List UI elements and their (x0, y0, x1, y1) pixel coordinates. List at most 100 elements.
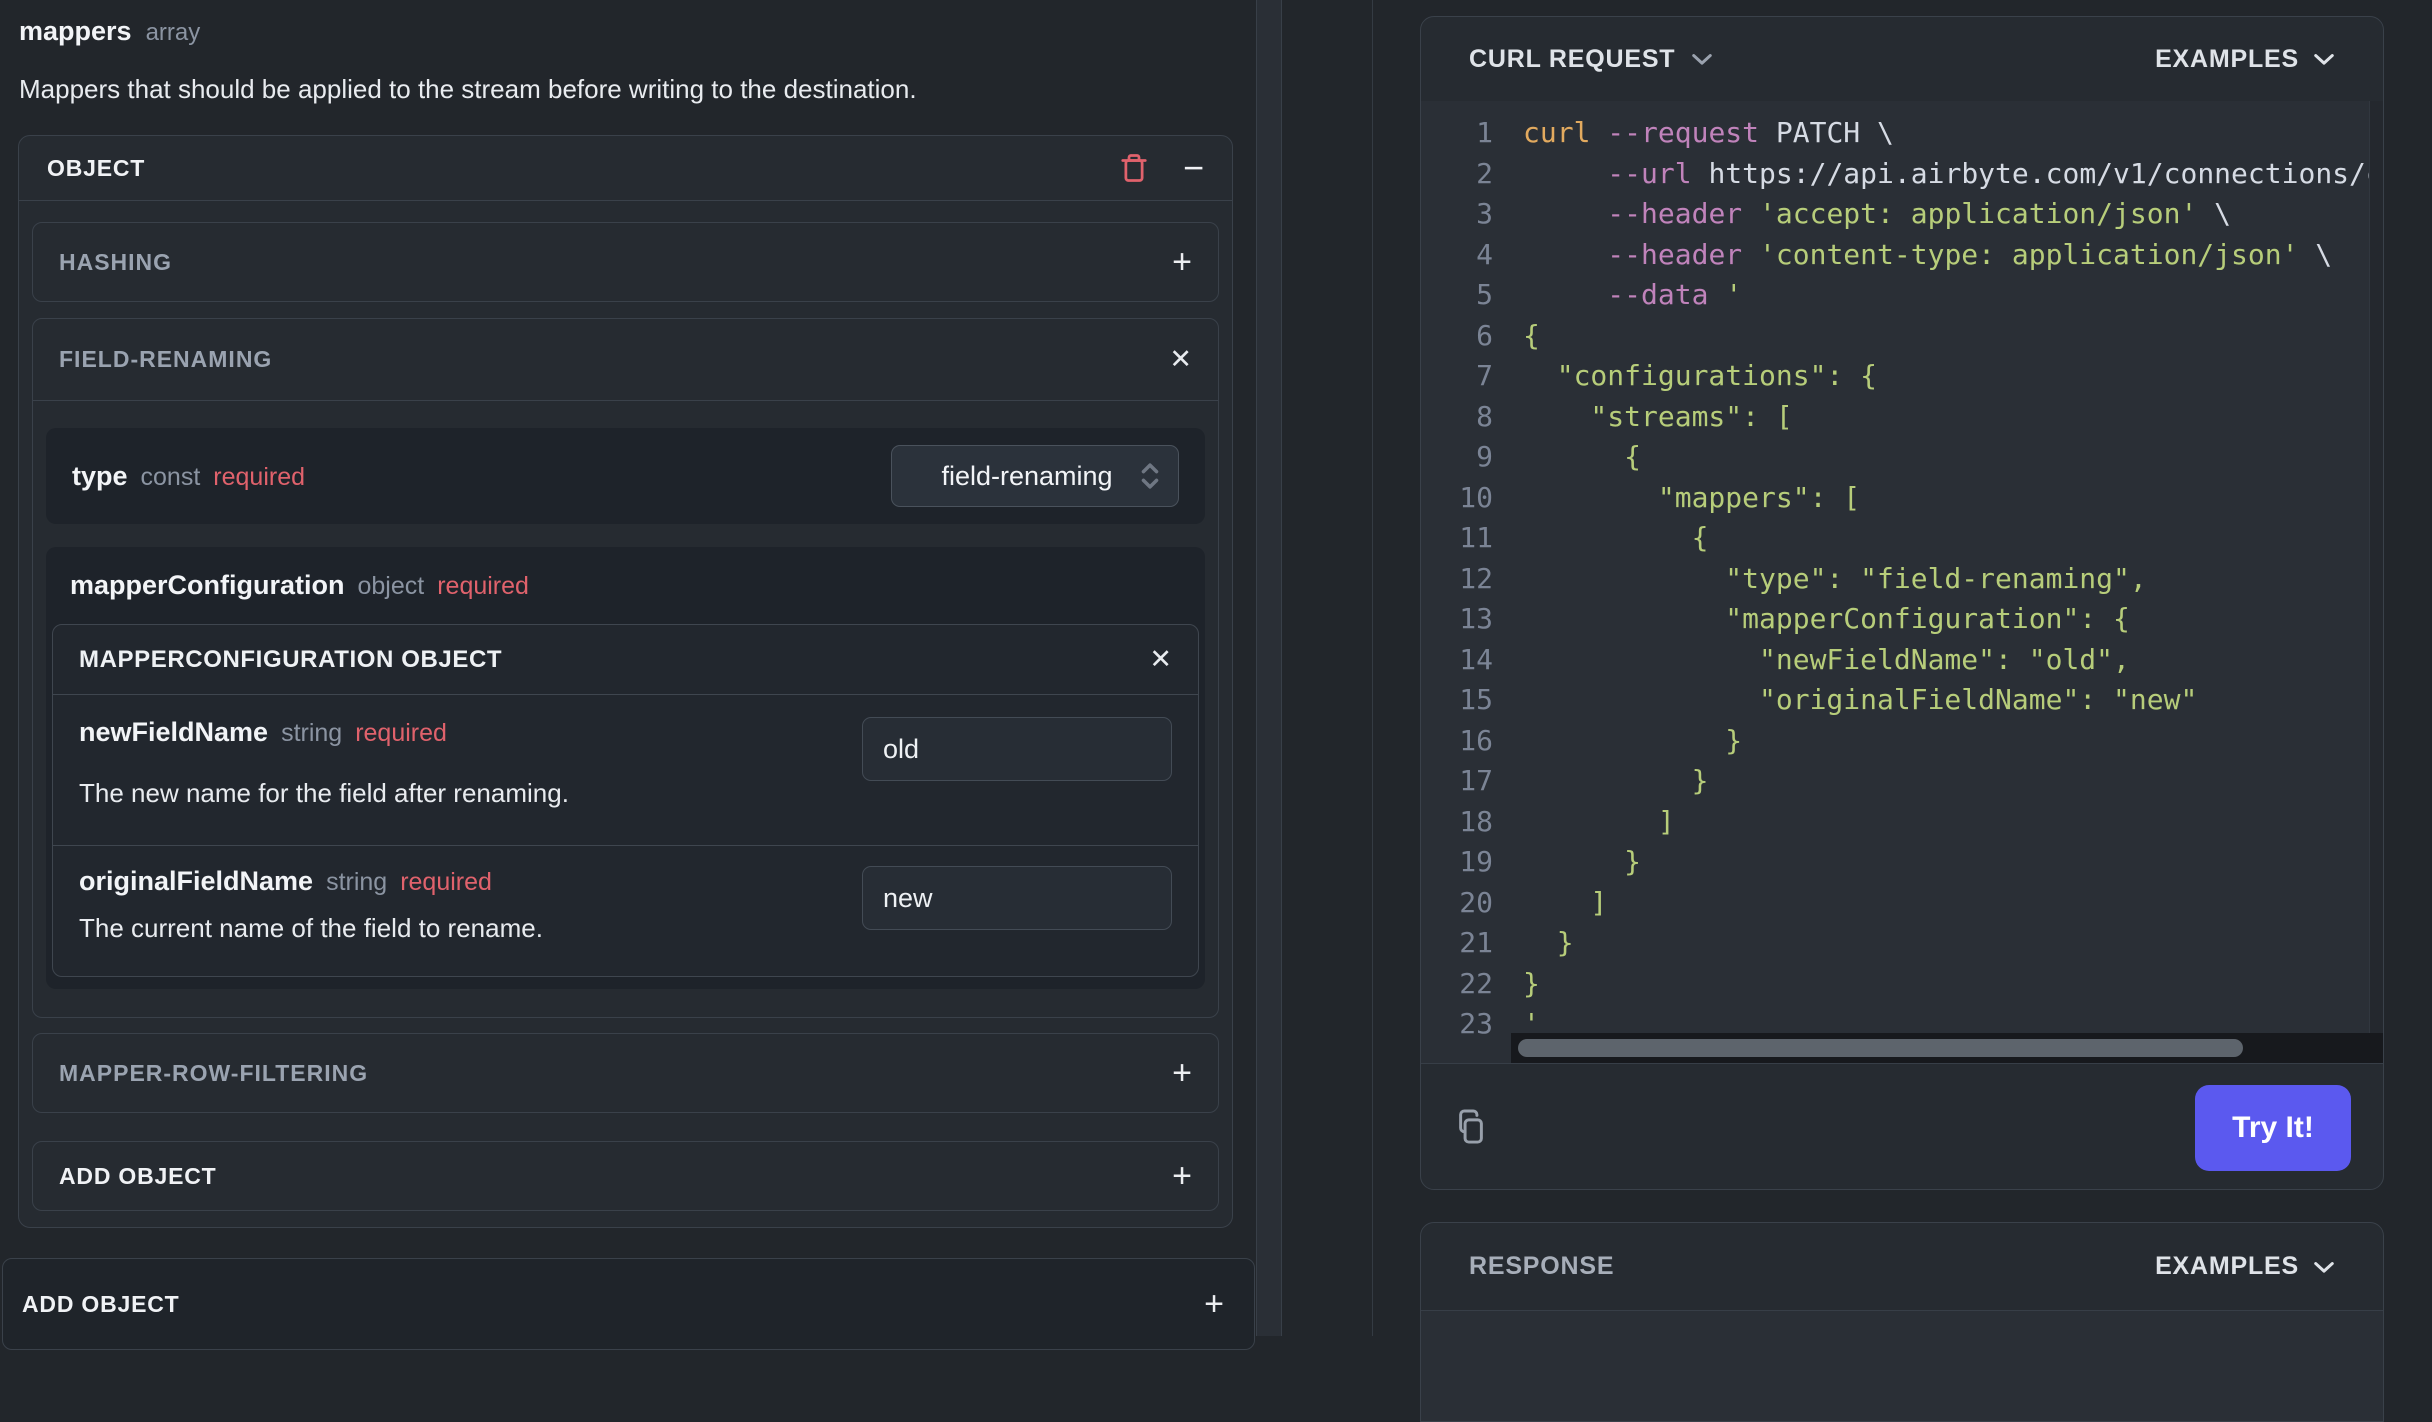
curl-request-dropdown[interactable]: CURL REQUEST (1469, 45, 1713, 74)
mapper-configuration-card-header: MAPPERCONFIGURATION OBJECT ✕ (53, 625, 1198, 695)
code-line-number: 9 (1476, 440, 1493, 473)
code-block: 1 curl --request PATCH \ 2 --url https://a… (1421, 101, 2383, 1045)
code-line: 22} (1421, 964, 2383, 1005)
new-field-name-input[interactable] (862, 717, 1172, 781)
original-field-name-input[interactable] (862, 866, 1172, 930)
type-field-row: type const required field-renaming (46, 428, 1205, 524)
curl-request-panel: CURL REQUEST EXAMPLES 1 curl --request PA… (1420, 16, 2384, 1190)
chevron-down-icon (2313, 1260, 2335, 1274)
try-it-button[interactable]: Try It! (2195, 1084, 2351, 1171)
curl-request-header: CURL REQUEST EXAMPLES (1421, 17, 2383, 101)
code-line: 20 ] (1421, 883, 2383, 924)
code-vertical-scrollbar[interactable] (2369, 101, 2383, 1063)
section-field-renaming-title: FIELD-RENAMING (59, 346, 273, 372)
remove-field-renaming-button[interactable]: ✕ (1169, 346, 1192, 373)
copy-code-button[interactable] (1453, 1108, 1489, 1148)
original-field-name-row: originalFieldName string required The cu… (53, 846, 1198, 976)
code-line: 14 "newFieldName": "old", (1421, 640, 2383, 681)
code-line-number: 5 (1476, 278, 1493, 311)
code-line: 1 curl --request PATCH \ (1421, 113, 2383, 154)
code-line-number: 20 (1459, 885, 1493, 919)
code-line-number: 8 (1476, 399, 1493, 433)
new-field-name-row: newFieldName string required The new nam… (53, 695, 1198, 846)
object-card: OBJECT − HASHING + FIELD-RENAMING ✕ type… (18, 135, 1233, 1228)
object-card-body: HASHING + FIELD-RENAMING ✕ type const re… (19, 201, 1232, 1211)
property-header: mappers array (19, 16, 200, 47)
response-examples-dropdown[interactable]: EXAMPLES (2155, 1252, 2335, 1281)
new-field-name-label: newFieldName (79, 717, 269, 747)
minus-icon: − (1182, 147, 1204, 188)
chevron-down-icon (1691, 52, 1713, 66)
request-examples-label: EXAMPLES (2155, 44, 2299, 73)
code-line-number: 6 (1476, 318, 1493, 352)
original-field-name-required-badge: required (400, 868, 492, 896)
code-line: 19 } (1421, 842, 2383, 883)
add-object-button-inner[interactable]: ADD OBJECT + (32, 1141, 1219, 1211)
response-panel: RESPONSE EXAMPLES (1420, 1222, 2384, 1422)
original-field-name-label: originalFieldName (79, 866, 314, 896)
add-object-label: ADD OBJECT (59, 1162, 217, 1189)
collapse-object-button[interactable]: − (1183, 150, 1204, 186)
code-horizontal-scrollbar-thumb[interactable] (1518, 1039, 2243, 1057)
new-field-name-required-badge: required (355, 719, 447, 747)
code-line-number: 23 (1459, 1007, 1493, 1040)
mapper-configuration-name: mapperConfiguration (70, 570, 345, 600)
response-header: RESPONSE EXAMPLES (1421, 1223, 2383, 1311)
schema-editor-pane: mappers array Mappers that should be app… (0, 0, 1256, 1350)
mapper-configuration-panel: mapperConfiguration object required MAPP… (46, 547, 1205, 989)
code-line: 15 "originalFieldName": "new" (1421, 680, 2383, 721)
section-hashing-title: HASHING (59, 248, 173, 275)
request-examples-dropdown[interactable]: EXAMPLES (2155, 45, 2335, 74)
select-chevrons-icon (1138, 460, 1162, 492)
code-line: 3 --header 'accept: application/json' \ (1421, 194, 2383, 235)
code-line: 18 ] (1421, 802, 2383, 843)
code-line-number: 2 (1476, 156, 1493, 190)
code-line-number: 1 (1476, 116, 1493, 149)
type-select[interactable]: field-renaming (891, 445, 1179, 507)
code-line-number: 12 (1459, 561, 1493, 595)
new-field-name-description: The new name for the field after renamin… (79, 778, 569, 808)
section-mapper-row-filtering[interactable]: MAPPER-ROW-FILTERING + (32, 1033, 1219, 1113)
code-line: 7 "configurations": { (1421, 356, 2383, 397)
mapper-configuration-kind: object (357, 572, 425, 600)
remove-mapper-configuration-button[interactable]: ✕ (1149, 646, 1172, 673)
code-line: 6{ (1421, 316, 2383, 357)
response-body (1421, 1311, 2383, 1421)
code-line-number: 15 (1459, 683, 1493, 716)
code-line-number: 22 (1459, 966, 1493, 1000)
code-line-number: 3 (1476, 197, 1493, 230)
code-line: 12 "type": "field-renaming", (1421, 559, 2383, 600)
section-hashing[interactable]: HASHING + (32, 222, 1219, 302)
close-icon: ✕ (1169, 344, 1192, 374)
section-field-renaming: FIELD-RENAMING ✕ type const required fie… (32, 318, 1219, 1018)
code-area: 1 curl --request PATCH \ 2 --url https://a… (1421, 101, 2383, 1063)
api-playground-pane: CURL REQUEST EXAMPLES 1 curl --request PA… (1373, 0, 2432, 1422)
response-title: RESPONSE (1469, 1252, 1615, 1280)
property-name: mappers (19, 16, 132, 46)
code-line: 21 } (1421, 923, 2383, 964)
section-field-renaming-header: FIELD-RENAMING ✕ (33, 319, 1218, 401)
delete-object-button[interactable] (1119, 151, 1149, 185)
object-card-title: OBJECT (47, 154, 146, 181)
code-line: 9 { (1421, 437, 2383, 478)
code-line: 8 "streams": [ (1421, 397, 2383, 438)
plus-icon: + (1172, 243, 1192, 281)
code-line: 5 --data ' (1421, 275, 2383, 316)
code-line: 17 } (1421, 761, 2383, 802)
copy-icon (1453, 1108, 1489, 1148)
object-card-header: OBJECT − (19, 136, 1232, 201)
code-line-number: 14 (1459, 642, 1493, 676)
code-horizontal-scrollbar-track[interactable] (1511, 1033, 2383, 1063)
plus-icon: + (1204, 1285, 1224, 1323)
code-line-number: 11 (1459, 521, 1493, 554)
code-line-number: 4 (1476, 237, 1493, 271)
code-line-number: 13 (1459, 602, 1493, 635)
add-object-label: ADD OBJECT (22, 1290, 180, 1317)
add-object-button-outer[interactable]: ADD OBJECT + (2, 1258, 1255, 1350)
property-description: Mappers that should be applied to the st… (19, 74, 917, 104)
pane-scrollbar[interactable] (1256, 0, 1282, 1336)
code-line-number: 7 (1476, 359, 1493, 392)
code-line: 11 { (1421, 518, 2383, 559)
mapper-configuration-label: mapperConfiguration object required (70, 563, 1199, 608)
response-examples-label: EXAMPLES (2155, 1252, 2299, 1280)
